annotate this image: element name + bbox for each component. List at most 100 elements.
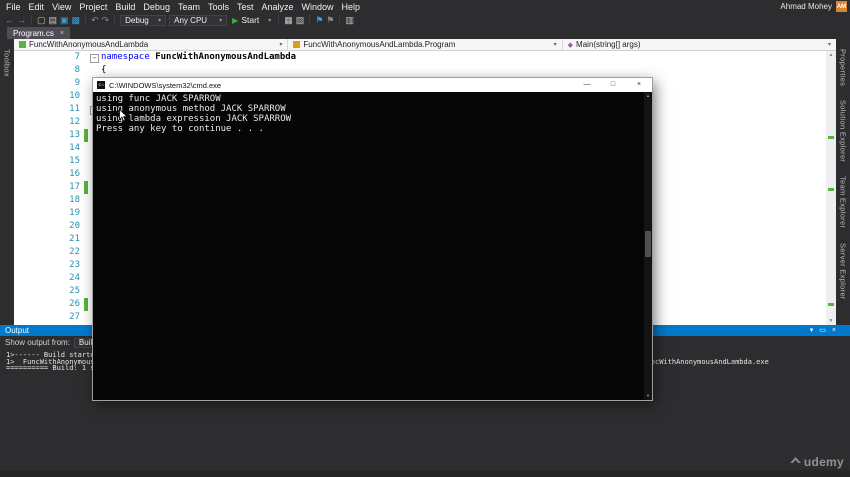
- menu-item-help[interactable]: Help: [338, 2, 365, 12]
- status-strip: [0, 470, 850, 477]
- line-number: 7: [74, 52, 80, 62]
- avatar[interactable]: AM: [836, 1, 847, 12]
- change-mark: [828, 303, 834, 307]
- cmd-icon: C:\: [97, 81, 105, 89]
- console-title: C:\WINDOWS\system32\cmd.exe: [109, 80, 222, 90]
- chevron-down-icon: ▾: [158, 17, 162, 24]
- scroll-down-icon[interactable]: ▼: [826, 318, 836, 324]
- menu-item-team[interactable]: Team: [174, 2, 204, 12]
- project-icon: [19, 41, 26, 48]
- scroll-up-icon[interactable]: ▲: [826, 52, 836, 58]
- console-titlebar[interactable]: C:\ C:\WINDOWS\system32\cmd.exe — □ ×: [93, 78, 652, 92]
- line-number: 24: [69, 273, 80, 283]
- toolbar-separator: [85, 15, 87, 25]
- user-name[interactable]: Ahmad Mohey: [780, 2, 832, 11]
- editor-line[interactable]: 7 − namespace FuncWithAnonymousAndLambda: [14, 51, 826, 64]
- chevron-down-icon: ▾: [553, 42, 557, 48]
- fold-margin[interactable]: −: [88, 51, 101, 64]
- platform-dropdown[interactable]: Any CPU ▾: [169, 14, 228, 26]
- line-number: 11: [69, 104, 80, 114]
- line-number: 10: [69, 91, 80, 101]
- menu-item-project[interactable]: Project: [75, 2, 111, 12]
- mouse-cursor: [119, 109, 128, 122]
- line-number: 20: [69, 221, 80, 231]
- menu-item-view[interactable]: View: [48, 2, 75, 12]
- toolbar-separator: [278, 15, 280, 25]
- udemy-logo-icon: [789, 457, 801, 463]
- menu-item-tools[interactable]: Tools: [204, 2, 233, 12]
- output-panel-title: Output: [5, 326, 30, 335]
- class-icon: [293, 41, 301, 48]
- menu-bar: File Edit View Project Build Debug Team Tools Te…: [0, 0, 850, 13]
- document-tab-strip: Program.cs ×: [0, 27, 850, 39]
- new-project-icon[interactable]: ▢: [37, 14, 46, 26]
- toolbar-separator: [31, 15, 32, 25]
- line-number: 13: [69, 130, 80, 140]
- tab-program-cs[interactable]: Program.cs ×: [7, 27, 70, 39]
- panel-tab-team-explorer[interactable]: Team Explorer: [839, 176, 848, 228]
- start-debugging-button[interactable]: ▶ Start ▾: [232, 15, 271, 25]
- editor-line[interactable]: 8{: [14, 64, 826, 77]
- line-number: 9: [74, 78, 80, 88]
- bookmark-alt-icon[interactable]: ⚑: [326, 14, 334, 26]
- left-tool-strip: Toolbox: [0, 39, 14, 325]
- play-icon: ▶: [232, 15, 239, 25]
- undo-icon[interactable]: ↶: [91, 14, 99, 26]
- redo-icon[interactable]: ↷: [102, 14, 110, 26]
- line-number: 22: [69, 247, 80, 257]
- line-number: 25: [69, 286, 80, 296]
- fold-collapse-icon[interactable]: −: [90, 54, 99, 63]
- menu-item-build[interactable]: Build: [111, 2, 139, 12]
- comment-icon[interactable]: ▥: [345, 14, 354, 26]
- line-number: 16: [69, 169, 80, 179]
- nav-forward-icon[interactable]: →: [17, 14, 26, 26]
- member-dropdown[interactable]: ◆ Main(string[] args) ▾: [563, 39, 836, 50]
- line-number: 8: [74, 65, 80, 75]
- run-tests-icon[interactable]: ▦: [284, 14, 293, 26]
- menu-item-debug[interactable]: Debug: [139, 2, 174, 12]
- scroll-up-icon[interactable]: ▲: [644, 93, 652, 99]
- editor-scrollbar[interactable]: ▲ ▼: [826, 51, 836, 325]
- menu-item-edit[interactable]: Edit: [25, 2, 49, 12]
- standard-toolbar: ← → ▢ ▤ ▣ ▩ ↶ ↷ Debug ▾ Any CPU ▾ ▶ Start ▾ ▦ ▧ ⚑…: [0, 13, 850, 27]
- panel-tab-solution-explorer[interactable]: Solution Explorer: [839, 100, 848, 162]
- minimize-button[interactable]: —: [574, 78, 600, 92]
- find-icon[interactable]: ▧: [296, 14, 305, 26]
- configuration-dropdown[interactable]: Debug ▾: [120, 14, 167, 26]
- bookmark-icon[interactable]: ⚑: [315, 14, 323, 26]
- console-line: using lambda expression JACK SPARROW: [96, 114, 292, 124]
- panel-tab-toolbox[interactable]: Toolbox: [3, 49, 12, 77]
- console-scrollbar[interactable]: ▲ ▼: [644, 92, 652, 400]
- line-number: 17: [69, 182, 80, 192]
- chevron-down-icon: ▾: [279, 42, 283, 48]
- chevron-down-icon[interactable]: ▾: [810, 325, 814, 337]
- maximize-button[interactable]: □: [600, 78, 626, 92]
- nav-back-icon[interactable]: ←: [5, 14, 14, 26]
- close-button[interactable]: ×: [626, 78, 652, 92]
- panel-tab-properties[interactable]: Properties: [839, 49, 848, 86]
- toolbar-separator: [114, 15, 116, 25]
- scrollbar-thumb[interactable]: [645, 230, 651, 257]
- menu-item-analyze[interactable]: Analyze: [258, 2, 298, 12]
- menu-item-window[interactable]: Window: [298, 2, 338, 12]
- close-icon[interactable]: ×: [832, 325, 836, 337]
- chevron-down-icon: ▾: [268, 17, 272, 24]
- chevron-down-icon: ▾: [219, 17, 223, 24]
- toolbar-separator: [309, 15, 311, 25]
- menu-item-test[interactable]: Test: [233, 2, 258, 12]
- save-all-icon[interactable]: ▩: [72, 14, 81, 26]
- change-mark: [828, 188, 834, 191]
- app-window: File Edit View Project Build Debug Team Tools Te…: [0, 0, 850, 477]
- save-icon[interactable]: ▣: [60, 14, 69, 26]
- account-area: Ahmad Mohey AM: [780, 1, 850, 12]
- panel-tab-server-explorer[interactable]: Server Explorer: [839, 243, 848, 300]
- line-number: 15: [69, 156, 80, 166]
- close-icon[interactable]: ×: [60, 30, 64, 37]
- scroll-down-icon[interactable]: ▼: [644, 393, 652, 399]
- line-number: 26: [69, 299, 80, 309]
- project-dropdown[interactable]: FuncWithAnonymousAndLambda ▾: [14, 39, 289, 50]
- float-window-icon[interactable]: ▭: [819, 325, 826, 337]
- open-file-icon[interactable]: ▤: [49, 14, 58, 26]
- menu-item-file[interactable]: File: [2, 2, 25, 12]
- class-dropdown[interactable]: FuncWithAnonymousAndLambda.Program ▾: [288, 39, 563, 50]
